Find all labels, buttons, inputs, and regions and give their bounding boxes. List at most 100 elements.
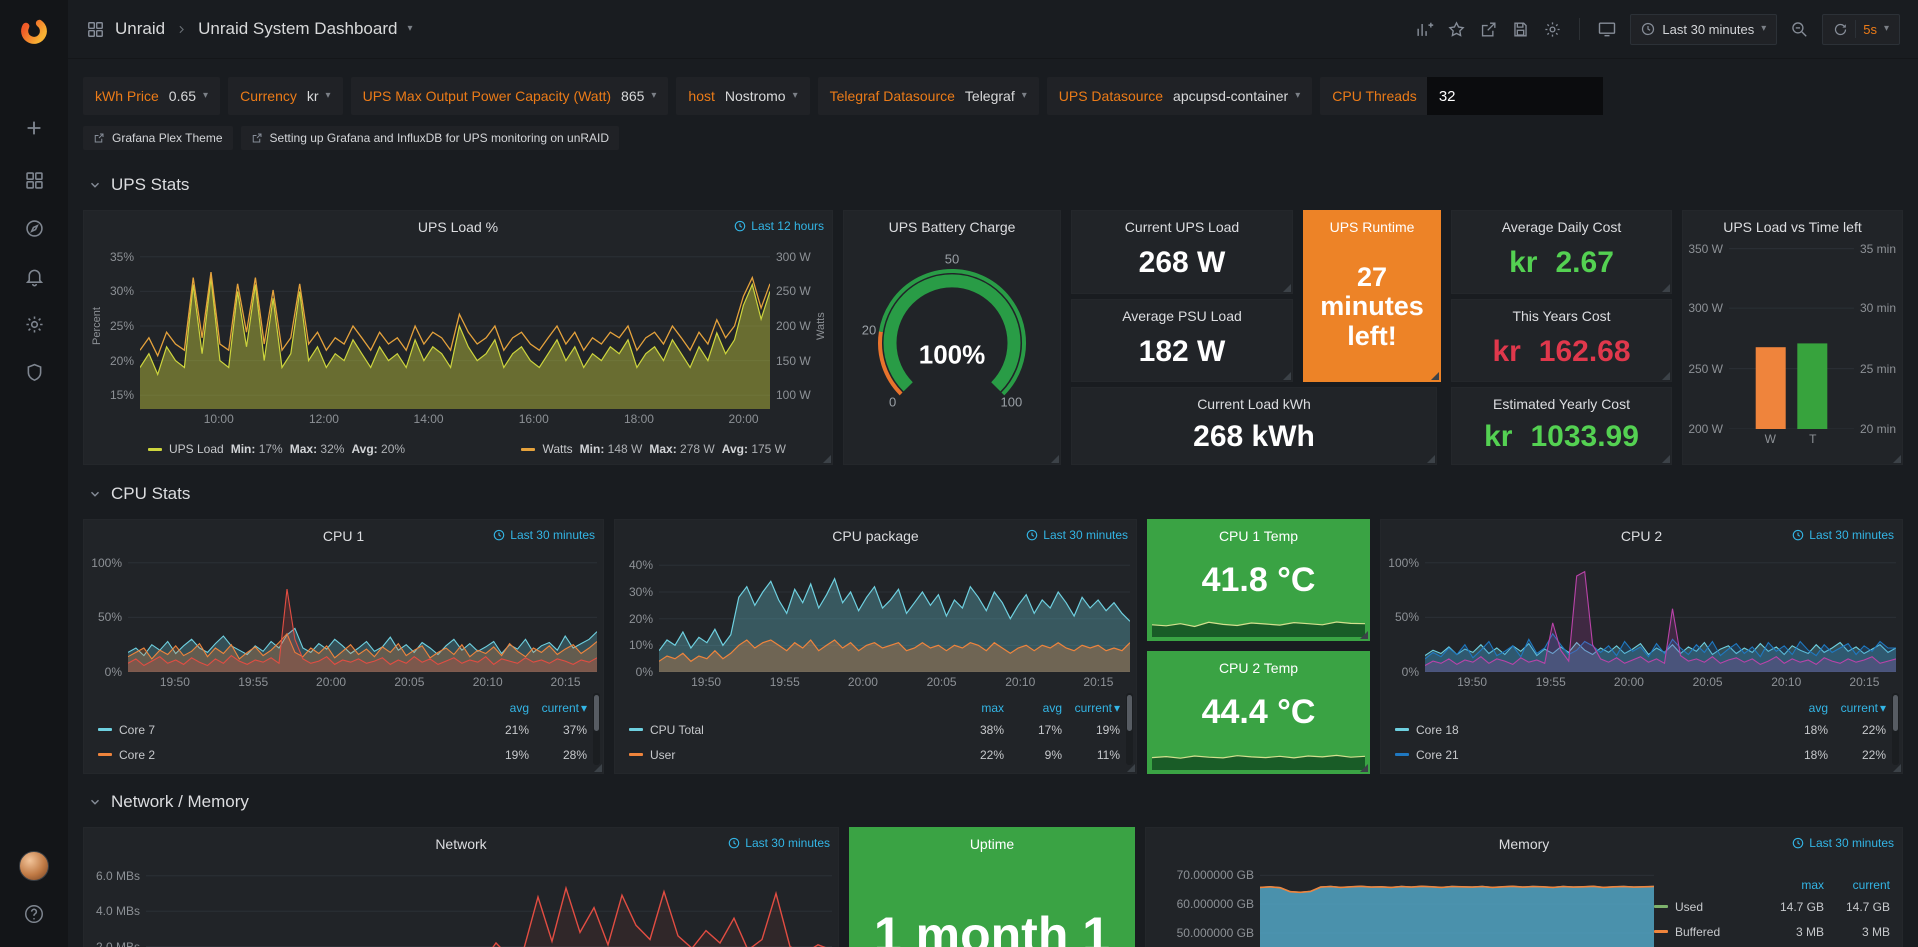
panel-title[interactable]: Memory [1499,836,1550,852]
add-panel-icon[interactable] [1415,20,1434,39]
chevron-down-icon [88,178,102,192]
ups-load-chart[interactable] [140,243,770,409]
variable-ups-max-output[interactable]: UPS Max Output Power Capacity (Watt) 865… [351,77,669,115]
panel-title[interactable]: UPS Runtime [1330,219,1415,235]
variable-telegraf-datasource[interactable]: Telegraf Datasource Telegraf▾ [818,77,1039,115]
series-name[interactable]: Core 18 [1416,723,1459,737]
y-tick-label: 20% [110,354,134,368]
series-name[interactable]: UPS Load [169,442,224,456]
server-admin-shield-icon[interactable] [13,351,55,393]
help-question-icon[interactable] [13,893,55,935]
panel-title[interactable]: Average Daily Cost [1502,219,1622,235]
load-vs-time-chart[interactable] [1729,243,1854,429]
variable-currency[interactable]: Currency kr▾ [228,77,343,115]
legend-header[interactable]: max [946,701,1004,715]
panel-time-range[interactable]: Last 30 minutes [493,528,595,542]
panel-title[interactable]: Current UPS Load [1125,219,1239,235]
configuration-gear-icon[interactable] [13,303,55,345]
panel-title[interactable]: CPU 1 [323,528,364,544]
legend-header[interactable]: current▾ [1062,701,1120,715]
panel-title[interactable]: Current Load kWh [1197,396,1311,412]
legend-scrollbar[interactable] [593,693,600,765]
link-grafana-plex-theme[interactable]: Grafana Plex Theme [83,126,233,150]
panel-time-range[interactable]: Last 12 hours [734,219,824,233]
series-name[interactable]: Core 21 [1416,748,1459,762]
panel-time-range[interactable]: Last 30 minutes [1792,836,1894,850]
legend-header[interactable]: avg [1770,701,1828,715]
section-network-memory[interactable]: Network / Memory [88,792,249,812]
time-range-picker[interactable]: Last 30 minutes ▾ [1630,14,1777,45]
panel-time-range[interactable]: Last 30 minutes [728,836,830,850]
dashboard-grid-icon[interactable] [86,20,105,39]
panel-title[interactable]: CPU 2 Temp [1219,660,1298,676]
legend-current: 3 MB [1824,925,1890,939]
series-name[interactable]: Core 2 [119,748,155,762]
panel-title[interactable]: CPU package [832,528,918,544]
panel-title[interactable]: UPS Load vs Time left [1723,219,1862,235]
link-ups-monitoring-guide[interactable]: Setting up Grafana and InfluxDB for UPS … [241,126,620,150]
variable-value[interactable]: apcupsd-container [1173,88,1288,104]
star-icon[interactable] [1447,20,1466,39]
variable-value[interactable]: 865 [621,88,644,104]
legend-scrollbar[interactable] [1126,693,1133,765]
series-name[interactable]: Core 7 [119,723,155,737]
variable-value[interactable]: kr [307,88,319,104]
dashboard-caret-icon[interactable]: ▾ [407,24,412,34]
refresh-picker[interactable]: 5s ▾ [1822,14,1900,45]
dashboards-icon[interactable] [13,159,55,201]
cpu-threads-input[interactable] [1427,77,1603,115]
panel-time-range[interactable]: Last 30 minutes [1792,528,1894,542]
legend-header[interactable]: current▾ [529,701,587,715]
cpu-package-chart[interactable] [659,552,1130,672]
legend-header[interactable]: max [1758,878,1824,892]
panel-time-range[interactable]: Last 30 minutes [1026,528,1128,542]
legend-header[interactable]: avg [1004,701,1062,715]
series-name[interactable]: Watts [542,442,572,456]
variable-value[interactable]: Telegraf [965,88,1015,104]
panel-title[interactable]: CPU 2 [1621,528,1662,544]
y-tick-label: 6.0 MBs [96,869,140,883]
cpu2-chart[interactable] [1425,552,1896,672]
panel-title[interactable]: Average PSU Load [1122,308,1242,324]
cycle-view-mode-icon[interactable] [1597,19,1617,39]
legend-header[interactable]: current [1824,878,1890,892]
legend-table: avg current▾ Core 18 18% 22% Core 21 18%… [1395,699,1886,767]
alerting-bell-icon[interactable] [13,255,55,297]
memory-chart[interactable] [1260,858,1654,947]
legend-scrollbar[interactable] [1892,693,1899,765]
variable-host[interactable]: host Nostromo▾ [676,77,809,115]
panel-title[interactable]: This Years Cost [1512,308,1610,324]
panel-title[interactable]: CPU 1 Temp [1219,528,1298,544]
zoom-out-icon[interactable] [1790,20,1809,39]
series-marker [629,753,643,756]
section-ups-stats[interactable]: UPS Stats [88,175,189,195]
explore-compass-icon[interactable] [13,207,55,249]
panel-title[interactable]: Network [435,836,486,852]
variable-kwh-price[interactable]: kWh Price 0.65▾ [83,77,220,115]
network-chart[interactable] [146,858,832,947]
legend-header[interactable]: avg [471,701,529,715]
panel-title[interactable]: UPS Load % [418,219,498,235]
panel-title[interactable]: UPS Battery Charge [889,219,1016,235]
series-name[interactable]: Buffered [1675,925,1720,939]
legend-header[interactable]: current▾ [1828,701,1886,715]
variable-value[interactable]: 0.65 [169,88,196,104]
breadcrumb-app[interactable]: Unraid [115,19,165,39]
panel-title[interactable]: Uptime [970,836,1014,852]
variable-ups-datasource[interactable]: UPS Datasource apcupsd-container▾ [1047,77,1313,115]
grafana-logo-icon[interactable] [13,10,55,52]
link-label: Grafana Plex Theme [112,131,223,145]
cpu1-chart[interactable] [128,552,597,672]
breadcrumb-dashboard-title[interactable]: Unraid System Dashboard [198,19,397,39]
user-avatar[interactable] [13,845,55,887]
dashboard-settings-gear-icon[interactable] [1543,20,1562,39]
section-cpu-stats[interactable]: CPU Stats [88,484,190,504]
series-name[interactable]: Used [1675,900,1703,914]
create-plus-icon[interactable] [13,107,55,149]
panel-title[interactable]: Estimated Yearly Cost [1493,396,1630,412]
share-icon[interactable] [1479,20,1498,39]
series-name[interactable]: User [650,748,675,762]
variable-value[interactable]: Nostromo [725,88,786,104]
save-icon[interactable] [1511,20,1530,39]
series-name[interactable]: CPU Total [650,723,704,737]
